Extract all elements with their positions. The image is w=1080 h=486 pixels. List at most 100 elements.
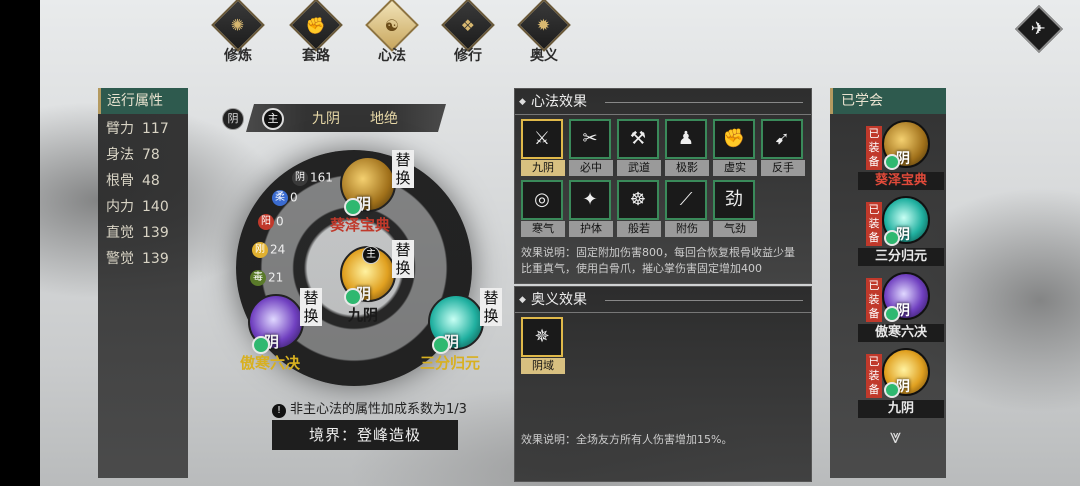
learned-title: 已学会	[830, 88, 946, 114]
scroll-down-icon[interactable]: ⩔	[890, 424, 901, 448]
skill-slot-left[interactable]: 阴 替换	[248, 288, 322, 354]
learned-panel: 已学会 已装备 阴 葵泽宝典 已装备 阴 三分归元 已装备 阴 傲寒六决 已装备…	[830, 88, 946, 478]
aoyi-effects-panel: 奥义效果 ✵阴域 效果说明：全场友方所有人伤害增加15%。	[514, 286, 812, 482]
effect-item[interactable]: ◎ 寒气	[521, 180, 565, 237]
attribute-row: 警觉 139	[106, 251, 169, 267]
tab-xiulian-label: 修炼	[206, 46, 270, 66]
equipped-tag: 已装备	[866, 278, 882, 322]
equipped-badge-icon	[884, 306, 900, 322]
mode-main-name[interactable]: 九阴	[312, 108, 340, 128]
yang-icon: 阳	[258, 214, 274, 230]
skill-orb: 阴	[882, 196, 930, 246]
effect-icon: ✂	[569, 119, 611, 159]
attributes-title: 运行属性	[98, 88, 188, 114]
swap-button[interactable]: 替换	[300, 288, 322, 326]
equipped-badge-icon	[884, 230, 900, 246]
du-icon: 毒	[250, 270, 266, 286]
skill-name-left: 傲寒六决	[240, 354, 301, 372]
tab-taolu-icon: ✊	[289, 0, 343, 52]
info-icon: !	[272, 404, 286, 418]
skill-name-center: 九阴	[348, 306, 379, 324]
effect-item[interactable]: ➹ 反手	[761, 119, 805, 176]
mode-secondary-name[interactable]: 地绝	[370, 108, 398, 128]
tab-taolu[interactable]: ✊ 套路	[284, 0, 348, 64]
equipped-tag: 已装备	[866, 202, 882, 246]
tab-xiulian[interactable]: ✺ 修炼	[206, 0, 270, 64]
effect-item[interactable]: ✦ 护体	[569, 180, 613, 237]
tab-taolu-label: 套路	[284, 46, 348, 66]
yin-icon: 阴	[292, 170, 308, 186]
effect-item[interactable]: ✂ 必中	[569, 119, 613, 176]
learned-item-name: 傲寒六决	[858, 324, 944, 342]
skill-orb: 阴	[882, 348, 930, 398]
learned-item[interactable]: 已装备 阴 葵泽宝典	[830, 120, 946, 194]
learned-item-name: 九阴	[858, 400, 944, 418]
main-marker-icon: 主	[362, 246, 380, 264]
effect-item[interactable]: ⚔ 九阴	[521, 119, 565, 176]
tab-aoyi-label: 奥义	[512, 46, 576, 66]
skill-slot-center[interactable]: 主 阴 替换	[340, 240, 414, 306]
realm-label: 境界：登峰造极	[272, 420, 458, 450]
yin-toggle[interactable]: 阴	[222, 108, 244, 130]
xinfa-effects-panel: 心法效果 ⚔九阴✂必中⚒武道♟极影✊虚实➹反手 ◎寒气✦护体☸般若⟋附伤劲气劲 …	[514, 88, 812, 284]
tab-xinfa[interactable]: ☯ 心法	[360, 0, 424, 64]
tab-xiuxing-label: 修行	[436, 46, 500, 66]
tab-xinfa-label: 心法	[360, 46, 424, 66]
skill-slot-right[interactable]: 阴 替换	[428, 288, 502, 354]
effect-icon: ➹	[761, 119, 803, 159]
swap-button[interactable]: 替换	[392, 240, 414, 278]
rou-icon: 柔	[272, 190, 288, 206]
effect-icon: ⚒	[617, 119, 659, 159]
stat-du: 毒 21	[250, 270, 283, 286]
effect-icon: ⟋	[665, 180, 707, 220]
skill-orb: 阴	[882, 272, 930, 322]
stat-yang: 阳0	[258, 214, 284, 230]
aoyi-effects-grid: ✵ 阴域	[515, 313, 811, 378]
close-icon: ✈	[1031, 18, 1047, 40]
xinfa-effects-grid: ⚔ 九阴 ✂ 必中 ⚒ 武道 ♟ 极影 ✊ 虚实 ➹ 反手 ◎ 寒气 ✦ 护体 ☸ 般若 ⟋ 附伤劲气劲	[515, 115, 811, 241]
stat-yin: 阴 161	[292, 170, 333, 186]
tab-aoyi-icon: ✹	[517, 0, 571, 52]
learned-item[interactable]: 已装备 阴 九阴	[830, 348, 946, 422]
effect-icon: ☸	[617, 180, 659, 220]
swap-button[interactable]: 替换	[392, 150, 414, 188]
tab-aoyi[interactable]: ✹ 奥义	[512, 0, 576, 64]
stat-gang: 刚 24	[252, 242, 285, 258]
effect-item[interactable]: ⚒ 武道	[617, 119, 661, 176]
info-note: ! 非主心法的属性加成系数为1/3	[272, 398, 467, 418]
tab-xiuxing-icon: ❖	[441, 0, 495, 52]
attribute-row: 内力 140	[106, 199, 169, 215]
effect-icon: ♟	[665, 119, 707, 159]
equipped-tag: 已装备	[866, 126, 882, 170]
effect-icon: 劲	[713, 180, 755, 220]
effect-item[interactable]: ♟ 极影	[665, 119, 709, 176]
effect-icon: ⚔	[521, 119, 563, 159]
attribute-row: 臂力 117	[106, 121, 169, 137]
effect-item[interactable]: ✵ 阴域	[521, 317, 565, 374]
learned-item-name: 三分归元	[858, 248, 944, 266]
learned-item[interactable]: 已装备 阴 傲寒六决	[830, 272, 946, 346]
effect-item[interactable]: ✊ 虚实	[713, 119, 757, 176]
attribute-row: 身法 78	[106, 147, 160, 163]
learned-item[interactable]: 已装备 阴 三分归元	[830, 196, 946, 270]
tab-xinfa-icon: ☯	[365, 0, 419, 52]
effect-icon: ✵	[521, 317, 563, 357]
gang-icon: 刚	[252, 242, 268, 258]
skill-slot-top[interactable]: 阴 替换	[340, 150, 414, 216]
effect-icon: ✊	[713, 119, 755, 159]
effect-item[interactable]: 劲气劲	[713, 180, 757, 237]
skill-name-right: 三分归元	[420, 354, 481, 372]
main-marker-icon: 主	[262, 108, 284, 130]
equipped-badge-icon	[884, 382, 900, 398]
attribute-row: 直觉 139	[106, 225, 169, 241]
effect-item[interactable]: ⟋ 附伤	[665, 180, 709, 237]
swap-button[interactable]: 替换	[480, 288, 502, 326]
aoyi-effect-description: 效果说明：全场友方所有人伤害增加15%。	[521, 433, 733, 446]
effect-item[interactable]: ☸ 般若	[617, 180, 661, 237]
attribute-row: 根骨 48	[106, 173, 160, 189]
skill-orb: 阴	[882, 120, 930, 170]
tab-xiuxing[interactable]: ❖ 修行	[436, 0, 500, 64]
xinfa-effect-description: 效果说明：固定附加伤害800，每回合恢复根骨收益少量比重真气，使用白骨爪，摧心掌…	[521, 246, 795, 275]
effect-icon: ◎	[521, 180, 563, 220]
effect-icon: ✦	[569, 180, 611, 220]
